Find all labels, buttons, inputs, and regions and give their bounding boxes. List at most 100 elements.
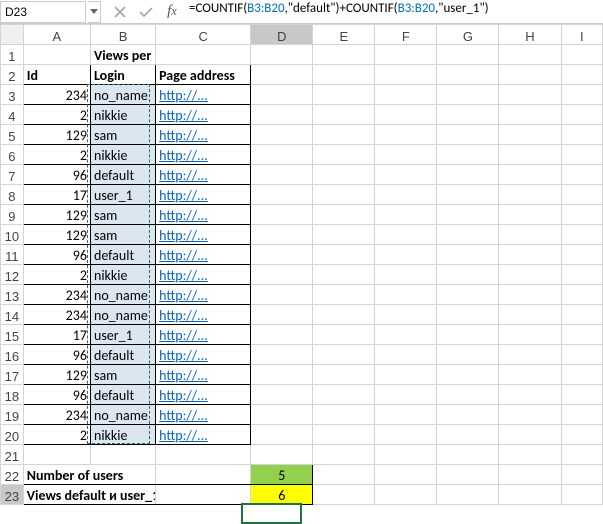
row-header-22[interactable]: 22	[1, 465, 24, 485]
cell[interactable]	[437, 465, 499, 485]
url-cell[interactable]: http://...	[156, 305, 251, 325]
cell[interactable]	[561, 445, 602, 465]
cell[interactable]	[375, 145, 437, 165]
url-cell[interactable]: http://...	[156, 125, 251, 145]
summary-views-label[interactable]: Views default и user_1	[23, 485, 155, 505]
cell[interactable]	[156, 445, 251, 465]
cell[interactable]	[156, 45, 251, 65]
cell[interactable]	[499, 365, 561, 385]
cell[interactable]	[375, 405, 437, 425]
url-cell[interactable]: http://...	[156, 185, 251, 205]
cell[interactable]	[313, 325, 375, 345]
url-cell[interactable]: http://...	[156, 145, 251, 165]
cell[interactable]	[313, 45, 375, 65]
cell[interactable]	[561, 405, 602, 425]
login-cell[interactable]: nikkie	[90, 145, 155, 165]
cell[interactable]	[375, 365, 437, 385]
url-cell[interactable]: http://...	[156, 85, 251, 105]
cell[interactable]	[251, 305, 313, 325]
row-header[interactable]: 14	[1, 305, 24, 325]
cell[interactable]	[251, 125, 313, 145]
cell[interactable]	[437, 285, 499, 305]
row-header[interactable]: 11	[1, 245, 24, 265]
hdr-login[interactable]: Login	[90, 65, 155, 85]
cell[interactable]	[313, 225, 375, 245]
id-cell[interactable]: 129	[23, 365, 90, 385]
id-cell[interactable]: 96	[23, 345, 90, 365]
col-header-c[interactable]: C	[156, 25, 251, 45]
url-link[interactable]: http://...	[159, 147, 208, 164]
cell[interactable]	[499, 385, 561, 405]
cell[interactable]	[561, 425, 602, 445]
cell[interactable]	[375, 165, 437, 185]
cell[interactable]	[375, 465, 437, 485]
cell[interactable]	[375, 205, 437, 225]
cell[interactable]	[499, 185, 561, 205]
cell[interactable]	[375, 485, 437, 505]
login-cell[interactable]: user_1	[90, 185, 155, 205]
login-cell[interactable]: no_name	[90, 285, 155, 305]
url-link[interactable]: http://...	[159, 307, 208, 324]
row-header[interactable]: 18	[1, 385, 24, 405]
cell[interactable]	[313, 285, 375, 305]
cell[interactable]	[375, 105, 437, 125]
cell[interactable]	[313, 165, 375, 185]
cell[interactable]	[375, 245, 437, 265]
col-header-f[interactable]: F	[375, 25, 437, 45]
cell[interactable]	[499, 105, 561, 125]
cell[interactable]	[313, 85, 375, 105]
url-cell[interactable]: http://...	[156, 345, 251, 365]
col-header-d[interactable]: D	[251, 25, 313, 45]
cell[interactable]	[499, 465, 561, 485]
cell[interactable]	[561, 165, 602, 185]
url-link[interactable]: http://...	[159, 427, 208, 444]
row-header[interactable]: 8	[1, 185, 24, 205]
cell[interactable]	[499, 245, 561, 265]
cell[interactable]	[437, 485, 499, 505]
id-cell[interactable]: 129	[23, 225, 90, 245]
cell[interactable]	[561, 125, 602, 145]
cell[interactable]	[561, 45, 602, 65]
cell[interactable]	[499, 45, 561, 65]
cell[interactable]	[251, 105, 313, 125]
cell[interactable]	[251, 245, 313, 265]
url-link[interactable]: http://...	[159, 327, 208, 344]
cell[interactable]	[251, 45, 313, 65]
login-cell[interactable]: no_name	[90, 305, 155, 325]
cell[interactable]	[375, 445, 437, 465]
cell[interactable]	[561, 85, 602, 105]
cell[interactable]	[375, 285, 437, 305]
login-cell[interactable]: nikkie	[90, 265, 155, 285]
cell[interactable]	[251, 325, 313, 345]
row-header-1[interactable]: 1	[1, 45, 24, 65]
row-header-2[interactable]: 2	[1, 65, 24, 85]
cell[interactable]	[375, 385, 437, 405]
url-link[interactable]: http://...	[159, 287, 208, 304]
cell[interactable]	[561, 385, 602, 405]
cell[interactable]	[561, 345, 602, 365]
login-cell[interactable]: no_name	[90, 405, 155, 425]
cell[interactable]	[313, 385, 375, 405]
col-header-i[interactable]: I	[561, 25, 602, 45]
cell[interactable]	[437, 45, 499, 65]
cell[interactable]	[437, 85, 499, 105]
cell[interactable]	[375, 45, 437, 65]
url-cell[interactable]: http://...	[156, 325, 251, 345]
cell[interactable]	[499, 425, 561, 445]
url-link[interactable]: http://...	[159, 207, 208, 224]
cell[interactable]	[313, 485, 375, 505]
cell[interactable]	[313, 65, 375, 85]
cell[interactable]	[561, 325, 602, 345]
cell[interactable]	[251, 225, 313, 245]
cell[interactable]	[499, 165, 561, 185]
cell[interactable]	[499, 145, 561, 165]
cell[interactable]	[251, 145, 313, 165]
cell[interactable]	[313, 205, 375, 225]
cell[interactable]	[499, 265, 561, 285]
url-link[interactable]: http://...	[159, 387, 208, 404]
cell[interactable]	[499, 225, 561, 245]
row-header[interactable]: 20	[1, 425, 24, 445]
col-header-h[interactable]: H	[499, 25, 561, 45]
cell[interactable]	[561, 205, 602, 225]
login-cell[interactable]: nikkie	[90, 425, 155, 445]
